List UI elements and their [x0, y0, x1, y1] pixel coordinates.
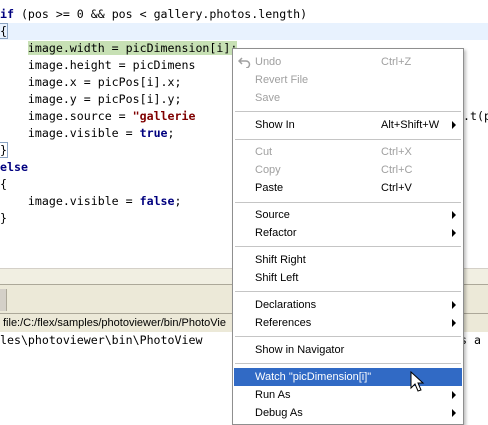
menu-item-cut[interactable]: Cut Ctrl+X [234, 143, 462, 161]
submenu-arrow-icon [452, 319, 456, 327]
menu-separator [235, 291, 461, 292]
menu-item-declarations[interactable]: Declarations [234, 296, 462, 314]
menu-item-label: Cut [255, 146, 273, 158]
menu-item-run-as[interactable]: Run As [234, 386, 462, 404]
selected-text: image.width = picDimension[i]; [27, 41, 238, 55]
menu-item-shift-right[interactable]: Shift Right [234, 251, 462, 269]
menu-item-label: Paste [255, 182, 284, 194]
menu-separator [235, 363, 461, 364]
menu-item-label: Shift Right [255, 254, 306, 266]
menu-item-save[interactable]: Save [234, 89, 462, 107]
submenu-arrow-icon [452, 409, 456, 417]
code-token: { [0, 23, 8, 39]
code-overflow-text: .t(p [463, 109, 488, 123]
undo-icon [238, 57, 251, 68]
code-line-1[interactable]: if (pos >= 0 && pos < gallery.photos.len… [0, 6, 488, 23]
menu-separator [235, 246, 461, 247]
code-token: image.visible = [0, 194, 140, 208]
menu-item-label: Declarations [255, 299, 317, 311]
code-token: ; [167, 126, 175, 140]
code-token: image.y = picPos[i].y; [0, 92, 182, 106]
menu-item-label: Run As [255, 389, 291, 401]
menu-item-label: Refactor [255, 227, 297, 239]
code-token: if [0, 7, 14, 21]
submenu-arrow-icon [452, 391, 456, 399]
code-token: image.source = [0, 109, 133, 123]
menu-item-label: Revert File [255, 74, 309, 86]
code-token: ; [174, 194, 182, 208]
code-token: true [139, 126, 168, 140]
menu-item-label: Copy [255, 164, 281, 176]
menu-item-label: References [255, 317, 312, 329]
code-token: } [0, 211, 7, 225]
menu-item-paste[interactable]: Paste Ctrl+V [234, 179, 462, 197]
menu-separator [235, 336, 461, 337]
menu-item-shortcut: Alt+Shift+W [381, 119, 440, 131]
code-token: image.visible = [0, 126, 140, 140]
menu-item-shift-left[interactable]: Shift Left [234, 269, 462, 287]
console-path-text: file:/C:/flex/samples/photoviewer/bin/Ph… [3, 317, 226, 329]
menu-separator [235, 111, 461, 112]
code-token: false [139, 194, 175, 208]
submenu-arrow-icon [452, 121, 456, 129]
view-tab[interactable] [0, 289, 7, 311]
menu-item-source[interactable]: Source [234, 206, 462, 224]
code-token: { [0, 177, 7, 191]
mouse-pointer-icon [410, 371, 425, 392]
code-token: "gallerie [132, 109, 196, 123]
menu-item-references[interactable]: References [234, 314, 462, 332]
menu-item-shortcut: Ctrl+C [381, 164, 413, 176]
menu-item-debug-as[interactable]: Debug As [234, 404, 462, 422]
menu-item-revert-file[interactable]: Revert File [234, 71, 462, 89]
menu-item-shortcut: Ctrl+Z [381, 56, 412, 68]
code-token: else [0, 160, 28, 174]
console-line: les\photoviewer\bin\PhotoView [0, 333, 203, 347]
menu-item-undo[interactable]: Undo Ctrl+Z [234, 53, 462, 71]
menu-item-show-in[interactable]: Show In Alt+Shift+W [234, 116, 462, 134]
menu-item-label: Save [255, 92, 281, 104]
menu-item-label: Show In [255, 119, 295, 131]
menu-item-label: Shift Left [255, 272, 299, 284]
code-token: (pos >= 0 && pos < gallery.photos.length… [13, 7, 308, 21]
menu-item-label: Source [255, 209, 290, 221]
menu-item-label: Show in Navigator [255, 344, 345, 356]
menu-separator [235, 202, 461, 203]
code-token: image.x = picPos[i].x; [0, 75, 182, 89]
submenu-arrow-icon [452, 211, 456, 219]
menu-separator [235, 139, 461, 140]
submenu-arrow-icon [452, 229, 456, 237]
menu-item-watch-expression[interactable]: Watch "picDimension[i]" [234, 368, 462, 386]
code-token: } [0, 142, 8, 158]
code-line-2[interactable]: { [0, 23, 488, 40]
code-token: image.height = picDimens [0, 58, 196, 72]
menu-item-refactor[interactable]: Refactor [234, 224, 462, 242]
menu-item-label: Watch "picDimension[i]" [255, 371, 372, 383]
menu-item-label: Undo [255, 56, 282, 68]
menu-item-copy[interactable]: Copy Ctrl+C [234, 161, 462, 179]
menu-item-shortcut: Ctrl+X [381, 146, 412, 158]
submenu-arrow-icon [452, 301, 456, 309]
menu-item-show-in-navigator[interactable]: Show in Navigator [234, 341, 462, 359]
context-menu: Undo Ctrl+Z Revert File Save Show In Alt… [232, 48, 464, 425]
menu-item-label: Debug As [255, 407, 303, 419]
menu-item-shortcut: Ctrl+V [381, 182, 412, 194]
